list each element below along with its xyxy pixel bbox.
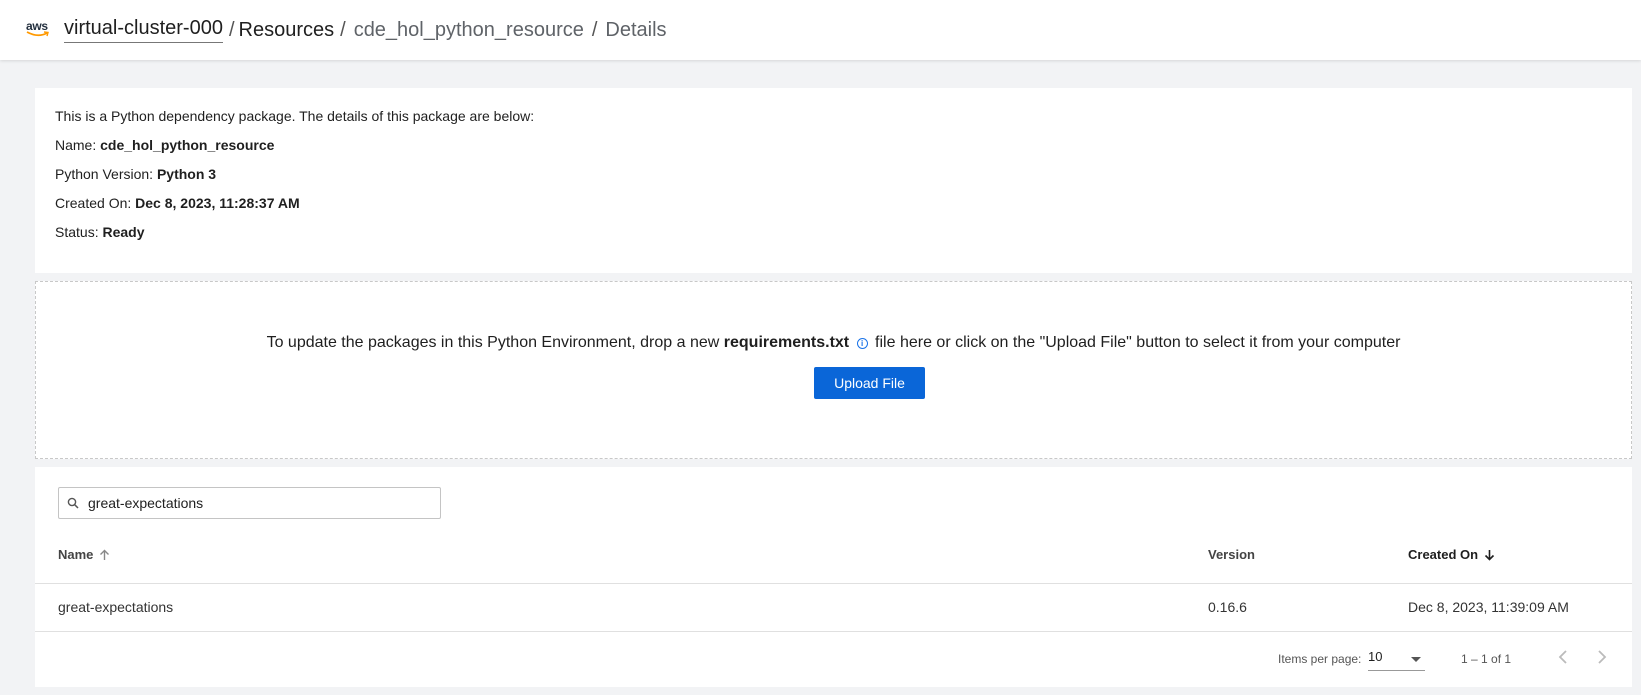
- chevron-right-icon: [1598, 650, 1607, 664]
- column-name-label: Name: [58, 547, 94, 562]
- details-python-value: Python 3: [156, 166, 217, 182]
- details-name-label: Name:: [55, 137, 97, 153]
- details-card: This is a Python dependency package. The…: [35, 88, 1632, 273]
- breadcrumb-resources[interactable]: Resources: [239, 19, 335, 42]
- details-python-version: Python Version: Python 3: [55, 164, 1612, 193]
- details-name: Name: cde_hol_python_resource: [55, 135, 1612, 164]
- column-created-label: Created On: [1408, 547, 1479, 562]
- column-version-label: Version: [1208, 547, 1255, 562]
- details-python-label: Python Version:: [55, 166, 154, 182]
- details-name-value: cde_hol_python_resource: [100, 137, 275, 153]
- search-field[interactable]: [58, 487, 441, 519]
- sort-asc-icon: [100, 549, 110, 560]
- details-status: Status: Ready: [55, 222, 1612, 251]
- details-status-label: Status:: [55, 224, 99, 240]
- items-per-page-label: Items per page:: [1278, 652, 1362, 666]
- page-range: 1 – 1 of 1: [1461, 652, 1512, 666]
- details-created-on: Created On: Dec 8, 2023, 11:28:37 AM: [55, 193, 1612, 222]
- previous-page-button[interactable]: [1551, 645, 1575, 669]
- dropzone-instructions: To update the packages in this Python En…: [36, 334, 1631, 352]
- breadcrumb-separator: /: [228, 18, 235, 41]
- row-created-on: Dec 8, 2023, 11:39:09 AM: [1408, 599, 1569, 615]
- breadcrumb-separator: /: [340, 18, 346, 41]
- file-dropzone[interactable]: To update the packages in this Python En…: [35, 281, 1632, 459]
- packages-table-card: Name Version Created On great-expectatio…: [35, 467, 1632, 687]
- column-header-created-on[interactable]: Created On: [1408, 547, 1495, 562]
- chevron-left-icon: [1558, 650, 1567, 664]
- breadcrumb-resource: cde_hol_python_resource: [353, 18, 584, 41]
- details-created-label: Created On:: [55, 195, 132, 211]
- breadcrumb-cluster[interactable]: virtual-cluster-000: [64, 17, 223, 43]
- search-icon: [67, 497, 79, 509]
- details-created-value: Dec 8, 2023, 11:28:37 AM: [135, 195, 300, 211]
- table-header-divider: [35, 583, 1632, 584]
- row-version: 0.16.6: [1208, 599, 1247, 615]
- top-bar: aws virtual-cluster-000 / Resources / cd…: [0, 0, 1641, 60]
- next-page-button[interactable]: [1590, 645, 1614, 669]
- items-per-page-value: 10: [1368, 649, 1383, 664]
- row-name: great-expectations: [58, 599, 174, 615]
- info-icon[interactable]: i: [856, 338, 868, 349]
- column-header-name[interactable]: Name: [58, 547, 110, 562]
- breadcrumb-separator: /: [591, 18, 598, 41]
- breadcrumb-details: Details: [605, 18, 667, 41]
- dropzone-text-after: file here or click on the "Upload File" …: [875, 334, 1401, 351]
- dropzone-file-name: requirements.txt: [723, 334, 850, 351]
- dropdown-caret-icon: [1411, 657, 1421, 662]
- search-input[interactable]: [88, 495, 428, 511]
- dropzone-text-before: To update the packages in this Python En…: [266, 334, 720, 351]
- upload-file-button[interactable]: Upload File: [814, 367, 925, 399]
- items-per-page-select[interactable]: 10: [1368, 649, 1425, 671]
- aws-logo[interactable]: aws: [26, 20, 52, 40]
- table-row-divider: [35, 631, 1632, 632]
- details-status-value: Ready: [102, 224, 145, 240]
- sort-desc-icon: [1485, 549, 1495, 561]
- column-header-version[interactable]: Version: [1208, 547, 1255, 562]
- details-intro: This is a Python dependency package. The…: [55, 108, 535, 124]
